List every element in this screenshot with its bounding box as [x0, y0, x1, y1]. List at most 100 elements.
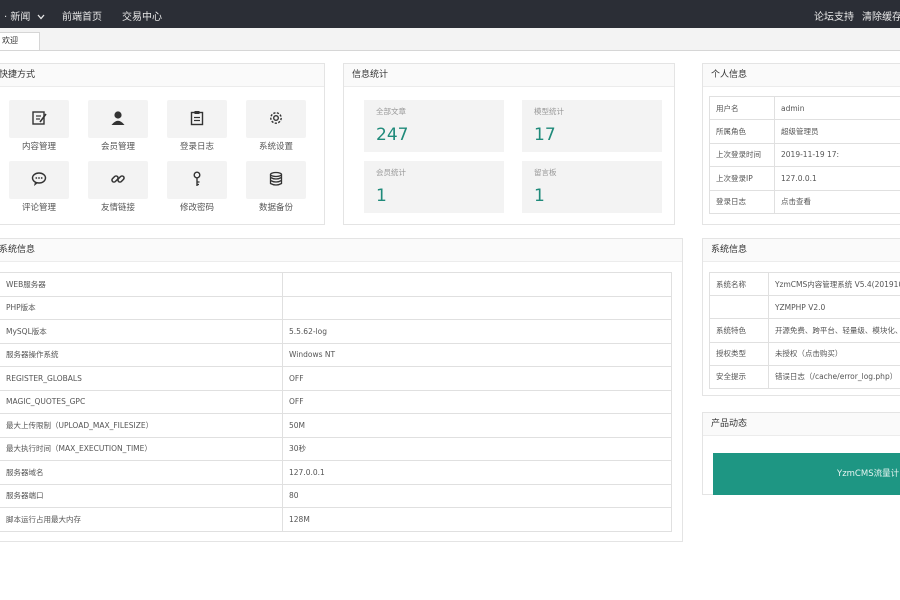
cell-value: YZMPHP V2.0: [767, 295, 900, 320]
server-info-row: WEB服务器: [0, 272, 672, 297]
shortcut-edit[interactable]: [9, 100, 69, 138]
panel-title: 个人信息: [703, 64, 900, 87]
stat-label: 会员统计: [376, 168, 406, 177]
stat-label: 留言板: [534, 168, 557, 177]
personal-info-row: 上次登录IP 127.0.0.1: [709, 166, 900, 191]
cell-key: 服务器端口: [0, 483, 283, 508]
nav-forum-support[interactable]: 论坛支持: [814, 8, 854, 23]
product-news-button[interactable]: YzmCMS流量计: [713, 453, 900, 495]
shortcut-label[interactable]: 评论管理: [0, 201, 79, 213]
server-info-row: 最大执行时间（MAX_EXECUTION_TIME） 30秒: [0, 436, 672, 461]
cell-key: MAGIC_QUOTES_GPC: [0, 389, 283, 414]
database-icon: [269, 171, 283, 186]
stat-card-articles[interactable]: 全部文章 247: [364, 100, 504, 152]
edit-icon: [32, 111, 47, 125]
tab-welcome[interactable]: 欢迎: [0, 32, 40, 50]
stats-panel: 信息统计 全部文章 247 模型统计 17 会员统计 1 留言板 1: [343, 63, 675, 225]
cell-key: 安全提示: [709, 364, 769, 389]
cell-key: WEB服务器: [0, 272, 283, 297]
shortcut-label[interactable]: 登录日志: [157, 140, 237, 152]
nav-frontend-home[interactable]: 前端首页: [62, 8, 102, 23]
system-info-table: 系统名称 YzmCMS内容管理系统 V5.4(2019102 YZMPHP V2.0…: [709, 271, 900, 389]
panel-title: 产品动态: [703, 413, 900, 436]
nav-clear-cache[interactable]: 清除缓存: [862, 8, 900, 23]
cell-value: 错误日志（/cache/error_log.php）: [767, 364, 900, 389]
personal-info-row: 所属角色 超级管理员: [709, 119, 900, 144]
cell-key: MySQL版本: [0, 319, 283, 344]
stat-card-members[interactable]: 会员统计 1: [364, 161, 504, 213]
shortcut-key[interactable]: [167, 161, 227, 199]
shortcut-label[interactable]: 内容管理: [0, 140, 79, 152]
cell-value: admin: [774, 95, 900, 121]
personal-info-row: 用户名 admin: [709, 95, 900, 121]
menu-label: · 新闻: [4, 12, 31, 23]
top-navbar: · 新闻 前端首页 交易中心 论坛支持 清除缓存: [0, 0, 900, 28]
cell-key: 所属角色: [709, 119, 775, 144]
stat-card-models[interactable]: 模型统计 17: [522, 100, 662, 152]
cell-value: 80: [282, 483, 672, 508]
cell-value: 5.5.62-log: [282, 319, 672, 344]
server-info-row: 最大上传限制（UPLOAD_MAX_FILESIZE） 50M: [0, 413, 672, 438]
cell-key: 服务器域名: [0, 460, 283, 485]
shortcut-gear[interactable]: [246, 100, 306, 138]
personal-info-row: 登录日志 点击查看: [709, 189, 900, 214]
menu-dropdown[interactable]: · 新闻: [4, 8, 45, 23]
shortcut-label[interactable]: 友情链接: [78, 201, 158, 213]
comment-icon: [31, 172, 47, 186]
stat-value: 247: [376, 125, 409, 145]
personal-info-row: 上次登录时间 2019-11-19 17:: [709, 142, 900, 168]
shortcuts-panel: 快捷方式 内容管理 会员管理 登录日志 系统设置评论管理 友情链接 修改密码 数据备份: [0, 63, 325, 225]
cell-key: 服务器操作系统: [0, 342, 283, 367]
server-info-table: WEB服务器 PHP版本 MySQL版本 5.5.62-log 服务器操作系统 Windo…: [0, 272, 672, 532]
server-info-row: 服务器域名 127.0.0.1: [0, 460, 672, 485]
cell-key: 最大执行时间（MAX_EXECUTION_TIME）: [0, 436, 283, 461]
nav-trade-center[interactable]: 交易中心: [122, 8, 162, 23]
system-info-panel: 系统信息 系统名称 YzmCMS内容管理系统 V5.4(2019102 YZMPHP…: [702, 238, 900, 396]
system-info-row: 系统名称 YzmCMS内容管理系统 V5.4(2019102: [709, 271, 900, 297]
server-info-row: MAGIC_QUOTES_GPC OFF: [0, 389, 672, 414]
server-info-row: 服务器操作系统 Windows NT: [0, 342, 672, 367]
user-icon: [111, 111, 125, 125]
cell-key: REGISTER_GLOBALS: [0, 366, 283, 391]
panel-title: 信息统计: [344, 64, 674, 87]
server-info-row: 服务器端口 80: [0, 483, 672, 508]
system-info-row: YZMPHP V2.0: [709, 295, 900, 320]
cell-value: [282, 272, 672, 297]
cell-key: 登录日志: [709, 189, 775, 214]
cell-key: [709, 295, 769, 320]
cell-value: [282, 295, 672, 320]
panel-title: 快捷方式: [0, 64, 324, 87]
cell-value: Windows NT: [282, 342, 672, 367]
shortcut-label[interactable]: 系统设置: [236, 140, 316, 152]
cell-value: 开源免费、跨平台、轻量级、模块化、: [767, 318, 900, 343]
cell-value: 127.0.0.1: [282, 460, 672, 485]
system-info-row: 系统特色 开源免费、跨平台、轻量级、模块化、: [709, 318, 900, 343]
cell-key: PHP版本: [0, 295, 283, 320]
shortcut-user[interactable]: [88, 100, 148, 138]
server-info-row: PHP版本: [0, 295, 672, 320]
shortcut-label[interactable]: 修改密码: [157, 201, 237, 213]
shortcut-label[interactable]: 会员管理: [78, 140, 158, 152]
personal-info-table: 用户名 admin 所属角色 超级管理员 上次登录时间 2019-11-19 17: 上次登…: [709, 95, 900, 214]
cell-value: 未授权（点击购买）: [767, 341, 900, 366]
server-info-row: REGISTER_GLOBALS OFF: [0, 366, 672, 391]
shortcut-comment[interactable]: [9, 161, 69, 199]
gear-icon: [270, 112, 282, 124]
stat-card-guestbook[interactable]: 留言板 1: [522, 161, 662, 213]
cell-key: 上次登录时间: [709, 142, 775, 168]
shortcut-clipboard[interactable]: [167, 100, 227, 138]
stat-value: 1: [534, 186, 545, 206]
cell-value: 点击查看: [774, 189, 900, 214]
personal-info-panel: 个人信息 用户名 admin 所属角色 超级管理员 上次登录时间 2019-11-19 1…: [702, 63, 900, 225]
shortcut-database[interactable]: [246, 161, 306, 199]
link-icon: [111, 175, 125, 183]
shortcut-link[interactable]: [88, 161, 148, 199]
clipboard-icon: [190, 111, 204, 126]
cell-key: 上次登录IP: [709, 166, 775, 191]
server-info-panel: 系统信息 WEB服务器 PHP版本 MySQL版本 5.5.62-log 服务器操作系统…: [0, 238, 683, 542]
cell-value: 30秒: [282, 436, 672, 461]
key-icon: [193, 171, 201, 186]
cell-key: 用户名: [709, 95, 775, 121]
shortcut-label[interactable]: 数据备份: [236, 201, 316, 213]
cell-value: 2019-11-19 17:: [774, 142, 900, 168]
